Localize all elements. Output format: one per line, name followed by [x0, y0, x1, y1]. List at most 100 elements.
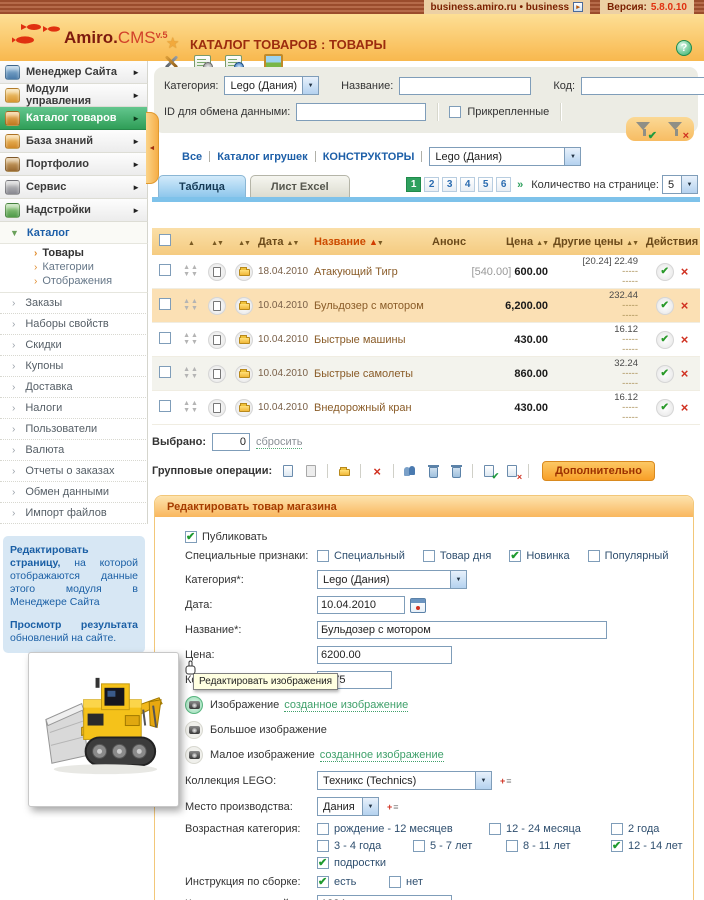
name-filter-input[interactable]	[399, 77, 531, 95]
page-button-4[interactable]: 4	[460, 177, 475, 192]
date-input[interactable]	[317, 596, 405, 614]
sidebar-item-service[interactable]: Сервис ►	[0, 176, 148, 199]
delete-icon[interactable]: ×	[681, 367, 689, 380]
delete-icon[interactable]: ×	[681, 333, 689, 346]
page-button-2[interactable]: 2	[424, 177, 439, 192]
calendar-icon[interactable]	[410, 598, 426, 613]
sidebar-item-property-sets[interactable]: ›Наборы свойств	[0, 314, 148, 335]
parts-count-input[interactable]	[317, 895, 452, 900]
page-button-5[interactable]: 5	[478, 177, 493, 192]
copy-icon[interactable]	[281, 464, 295, 478]
restore-icon[interactable]	[449, 464, 463, 478]
tab-excel[interactable]: Лист Excel	[250, 175, 350, 197]
publish-checkbox[interactable]	[185, 531, 197, 543]
edit-icon[interactable]: ✔	[656, 297, 674, 315]
sort-icon[interactable]: ▲▼	[211, 240, 223, 247]
page-button-3[interactable]: 3	[442, 177, 457, 192]
per-page-select[interactable]: 5 ▼	[662, 175, 698, 194]
price-input[interactable]	[317, 646, 452, 664]
more-operations-button[interactable]: Дополнительно	[542, 461, 655, 481]
selected-count-input[interactable]	[212, 433, 250, 451]
category-filter-select[interactable]: Lego (Дания) ▼	[224, 76, 319, 95]
sidebar-item-site-manager[interactable]: Менеджер Сайта ►	[0, 61, 148, 84]
reorder-icon[interactable]: ▲▲▼▼	[183, 400, 199, 414]
sidebar-item-delivery[interactable]: ›Доставка	[0, 377, 148, 398]
edit-list-icon[interactable]: +≡	[500, 776, 512, 786]
sidebar-item-portfolio[interactable]: Портфолио ►	[0, 153, 148, 176]
breadcrumb-toys[interactable]: Каталог игрушек	[217, 151, 308, 163]
copy-icon[interactable]	[208, 297, 226, 315]
edit-list-icon[interactable]: +≡	[387, 802, 399, 812]
breadcrumb-all[interactable]: Все	[182, 151, 202, 163]
sidebar-item-views[interactable]: › Отображения	[0, 274, 147, 288]
move-to-category-icon[interactable]	[235, 297, 253, 315]
row-checkbox[interactable]	[159, 298, 171, 310]
delete-icon[interactable]: ×	[681, 265, 689, 278]
camera-icon[interactable]	[185, 696, 203, 714]
instruction-no-checkbox[interactable]	[389, 876, 401, 888]
age-8-11y-checkbox[interactable]	[506, 840, 518, 852]
move-to-category-icon[interactable]	[235, 331, 253, 349]
reorder-icon[interactable]: ▲▲▼▼	[183, 366, 199, 380]
origin-select[interactable]: Дания ▼	[317, 797, 379, 816]
clear-filter-icon[interactable]: ×	[666, 121, 686, 139]
more-pages-button[interactable]: »	[517, 179, 523, 191]
attached-checkbox[interactable]	[449, 106, 461, 118]
row-checkbox[interactable]	[159, 264, 171, 276]
sidebar-item-orders[interactable]: ›Заказы	[0, 293, 148, 314]
special-checkbox[interactable]	[317, 550, 329, 562]
instruction-yes-checkbox[interactable]	[317, 876, 329, 888]
product-name-input[interactable]	[317, 621, 607, 639]
sort-position-icon[interactable]: ▲	[188, 240, 194, 247]
sidebar-item-addons[interactable]: Надстройки ►	[0, 199, 148, 222]
breadcrumb-constructors[interactable]: КОНСТРУКТОРЫ	[323, 151, 415, 163]
collection-select[interactable]: Техникс (Technics) ▼	[317, 771, 492, 790]
new-checkbox[interactable]	[509, 550, 521, 562]
column-date[interactable]: Дата ▲▼	[258, 236, 314, 248]
preview-link[interactable]: Просмотр результата	[10, 619, 138, 631]
sidebar-item-file-import[interactable]: ›Импорт файлов	[0, 503, 148, 524]
reset-selection-link[interactable]: сбросить	[256, 436, 302, 449]
column-price[interactable]: Цена ▲▼	[470, 236, 552, 248]
unpublish-icon[interactable]: ×	[505, 464, 519, 478]
help-icon[interactable]: ?	[676, 40, 692, 56]
age-2y-checkbox[interactable]	[611, 823, 623, 835]
age-3-4y-checkbox[interactable]	[317, 840, 329, 852]
reorder-icon[interactable]: ▲▲▼▼	[183, 298, 199, 312]
tab-table[interactable]: Таблица	[158, 175, 246, 197]
edit-icon[interactable]: ✔	[656, 263, 674, 281]
move-to-category-icon[interactable]	[235, 399, 253, 417]
age-12-14y-checkbox[interactable]	[611, 840, 623, 852]
move-to-category-icon[interactable]	[235, 365, 253, 383]
archive-icon[interactable]	[426, 464, 440, 478]
sort-icon[interactable]: ▲▼	[238, 240, 250, 247]
edit-icon[interactable]: ✔	[656, 331, 674, 349]
delete-icon[interactable]: ×	[370, 464, 384, 478]
copy-icon[interactable]	[208, 399, 226, 417]
created-image-link[interactable]: созданное изображение	[320, 749, 444, 762]
copy-icon[interactable]	[208, 263, 226, 281]
select-all-checkbox[interactable]	[159, 234, 171, 246]
favorite-star-icon[interactable]: ★	[166, 34, 179, 52]
sidebar-item-knowledge-base[interactable]: База знаний ►	[0, 130, 148, 153]
sidebar-section-catalog[interactable]: ▼ Каталог	[0, 222, 148, 244]
row-checkbox[interactable]	[159, 332, 171, 344]
copy-icon[interactable]	[208, 331, 226, 349]
edit-icon[interactable]: ✔	[656, 399, 674, 417]
product-of-day-checkbox[interactable]	[423, 550, 435, 562]
publish-icon[interactable]: ✔	[482, 464, 496, 478]
created-image-link[interactable]: созданное изображение	[284, 699, 408, 712]
sidebar-item-modules[interactable]: Модули управления ►	[0, 84, 148, 107]
row-checkbox[interactable]	[159, 366, 171, 378]
sidebar-item-data-exchange[interactable]: ›Обмен данными	[0, 482, 148, 503]
age-teens-checkbox[interactable]	[317, 857, 329, 869]
sidebar-item-currency[interactable]: ›Валюта	[0, 440, 148, 461]
sidebar-item-categories[interactable]: › Категории	[0, 260, 147, 274]
column-other-prices[interactable]: Другие цены ▲▼	[552, 236, 644, 248]
category-select[interactable]: Lego (Дания) ▼	[317, 570, 467, 589]
move-to-category-icon[interactable]	[235, 263, 253, 281]
sidebar-item-order-reports[interactable]: ›Отчеты о заказах	[0, 461, 148, 482]
sidebar-item-taxes[interactable]: ›Налоги	[0, 398, 148, 419]
sidebar-item-coupons[interactable]: ›Купоны	[0, 356, 148, 377]
delete-icon[interactable]: ×	[681, 299, 689, 312]
